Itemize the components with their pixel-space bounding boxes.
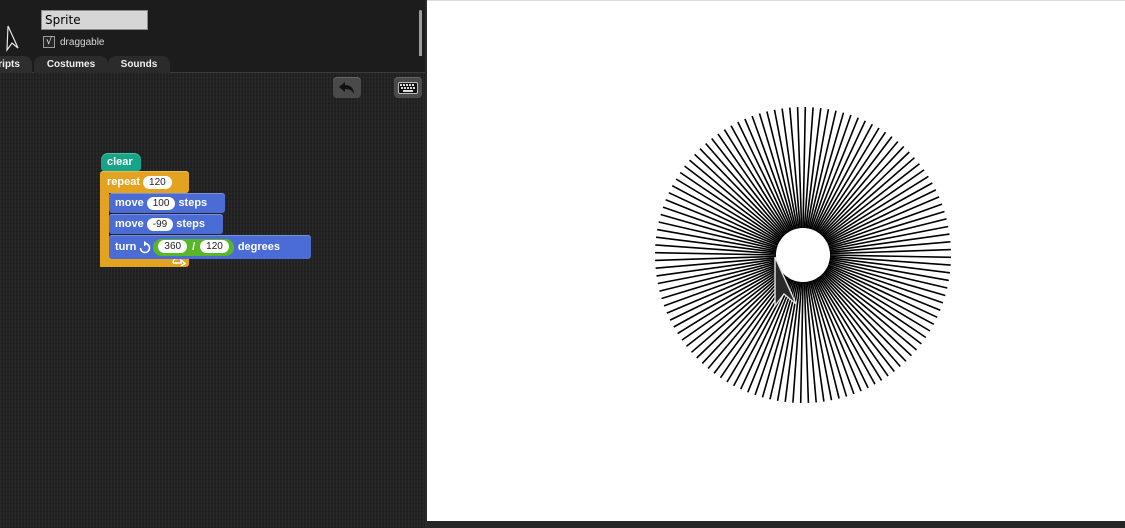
repeat-count-input[interactable]: 120 bbox=[143, 175, 172, 189]
dividend-input[interactable]: 360 bbox=[158, 240, 188, 254]
rotate-clockwise-icon bbox=[140, 240, 151, 253]
clear-block-label: clear bbox=[107, 156, 133, 168]
turn-block-label: turn bbox=[115, 241, 137, 253]
undo-button[interactable] bbox=[333, 77, 361, 98]
divide-operator: / bbox=[192, 240, 196, 253]
tab-scripts[interactable]: Scripts bbox=[0, 56, 32, 73]
pen-line bbox=[829, 233, 950, 252]
scripts-area[interactable]: clear repeat 120 move 100 steps move -99 step… bbox=[0, 73, 426, 528]
move-block-label: move bbox=[115, 218, 144, 230]
tab-sounds-label: Sounds bbox=[120, 59, 158, 70]
keyboard-entry-button[interactable] bbox=[394, 77, 422, 98]
sprite-name-field[interactable]: Sprite bbox=[41, 10, 148, 30]
repeat-block-label: repeat bbox=[107, 176, 141, 188]
divide-reporter-block[interactable]: 360 / 120 bbox=[153, 238, 234, 256]
move-steps-input[interactable]: -99 bbox=[146, 217, 174, 231]
editor-tab-bar: Scripts Costumes Sounds bbox=[0, 56, 426, 73]
move-block-unit: steps bbox=[176, 218, 205, 230]
stage[interactable] bbox=[427, 0, 1125, 521]
pen-line bbox=[781, 108, 800, 229]
draggable-checkbox-row[interactable]: √ draggable bbox=[43, 35, 104, 49]
undo-arrow-icon bbox=[339, 81, 354, 94]
keyboard-icon bbox=[398, 81, 418, 94]
draggable-label: draggable bbox=[60, 36, 105, 48]
turn-clockwise-block[interactable]: turn 360 / 120 degrees bbox=[109, 235, 311, 259]
move-block-label: move bbox=[115, 197, 144, 209]
sprite-arrow-icon bbox=[6, 25, 19, 52]
move-block[interactable]: move 100 steps bbox=[109, 193, 225, 213]
move-block-unit: steps bbox=[178, 197, 208, 209]
move-steps-input[interactable]: 100 bbox=[146, 196, 176, 210]
divisor-input[interactable]: 120 bbox=[200, 240, 229, 254]
tab-costumes-label: Costumes bbox=[46, 59, 96, 70]
repeat-block-header: repeat 120 bbox=[100, 171, 189, 193]
draggable-checkbox[interactable]: √ bbox=[43, 36, 55, 48]
stage-canvas[interactable] bbox=[427, 1, 1125, 522]
tab-costumes[interactable]: Costumes bbox=[34, 56, 108, 73]
tab-sounds[interactable]: Sounds bbox=[108, 56, 170, 73]
pen-line bbox=[656, 258, 777, 277]
pen-line bbox=[806, 281, 825, 402]
clear-block[interactable]: clear bbox=[101, 153, 141, 171]
snap-editor: Sprite √ draggable Scripts Costumes Soun… bbox=[0, 0, 1125, 528]
pen-trails bbox=[654, 106, 952, 404]
tab-scripts-label: Scripts bbox=[0, 59, 20, 70]
move-block[interactable]: move -99 steps bbox=[109, 214, 223, 234]
turn-block-unit: degrees bbox=[237, 241, 281, 253]
stage-bottom-bar bbox=[427, 521, 1125, 528]
sprite-corral-header: Sprite √ draggable bbox=[0, 0, 426, 58]
sprite-bar-scrollbar[interactable] bbox=[419, 10, 422, 58]
